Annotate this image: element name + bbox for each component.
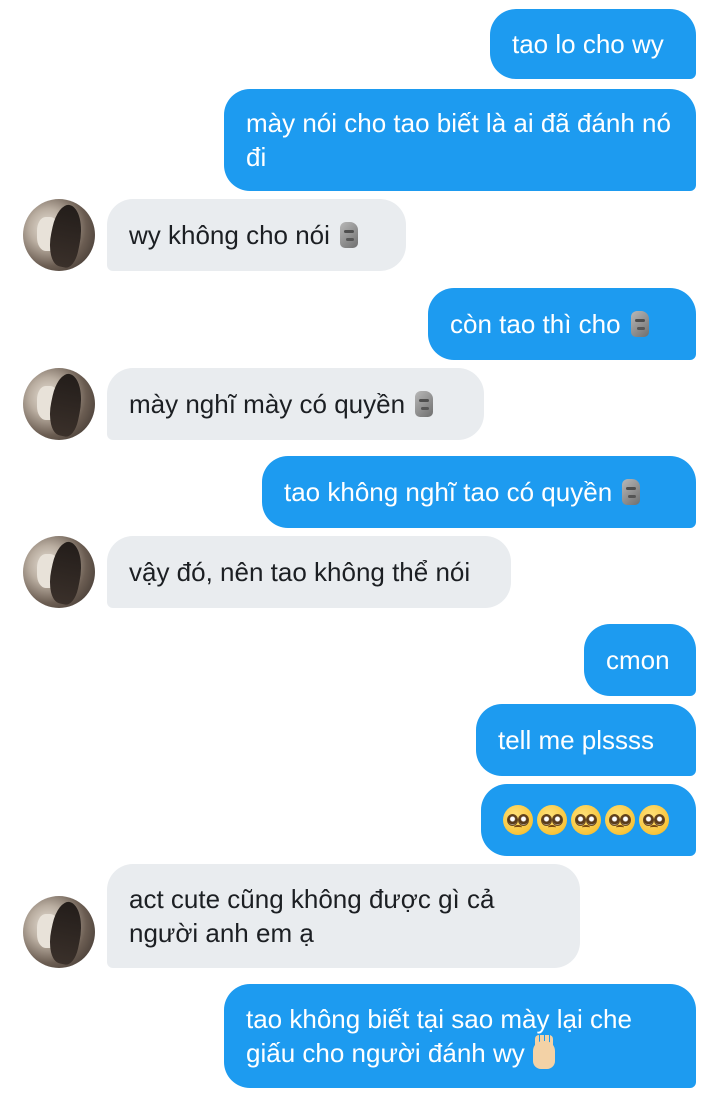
message-bubble-outgoing[interactable]: tao không nghĩ tao có quyền <box>262 456 696 528</box>
pleading-face-icon <box>571 805 601 835</box>
contact-avatar[interactable] <box>23 368 95 440</box>
pleading-face-icon <box>537 805 567 835</box>
moai-icon <box>630 311 649 337</box>
message-text: wy không cho nói <box>129 220 330 250</box>
pleading-emoji-row <box>503 805 669 835</box>
message-text-content: tao không biết tại sao mày lại che giấu … <box>246 1004 632 1068</box>
message-text: tao không nghĩ tao có quyền <box>284 477 613 507</box>
message-bubble-incoming[interactable]: act cute cũng không được gì cả người anh… <box>107 864 580 968</box>
moai-icon <box>415 391 434 417</box>
avatar-hair <box>44 202 88 270</box>
message-text: act cute cũng không được gì cả người anh… <box>129 884 495 948</box>
message-text: tao lo cho wy <box>512 29 664 59</box>
message-bubble-incoming[interactable]: wy không cho nói <box>107 199 406 271</box>
message-text: tao không biết tại sao mày lại che giấu … <box>246 1002 674 1070</box>
pleading-face-icon <box>639 805 669 835</box>
message-text: mày nói cho tao biết là ai đã đánh nó đi <box>246 108 671 172</box>
message-text: tell me plssss <box>498 725 655 755</box>
avatar-hair <box>44 371 88 439</box>
avatar-hair <box>44 539 88 607</box>
message-text: vậy đó, nên tao không thể nói <box>129 557 471 587</box>
pleading-face-icon <box>605 805 635 835</box>
message-bubble-incoming[interactable]: mày nghĩ mày có quyền <box>107 368 484 440</box>
message-text: cmon <box>606 645 670 675</box>
moai-icon <box>339 222 358 248</box>
message-bubble-outgoing[interactable]: còn tao thì cho <box>428 288 696 360</box>
message-bubble-outgoing[interactable]: cmon <box>584 624 696 696</box>
message-bubble-outgoing[interactable] <box>481 784 696 856</box>
contact-avatar[interactable] <box>23 536 95 608</box>
raised-hand-icon <box>532 1035 555 1070</box>
message-bubble-outgoing[interactable]: tao không biết tại sao mày lại che giấu … <box>224 984 696 1088</box>
message-bubble-outgoing[interactable]: tao lo cho wy <box>490 9 696 79</box>
message-bubble-outgoing[interactable]: mày nói cho tao biết là ai đã đánh nó đi <box>224 89 696 191</box>
message-bubble-outgoing[interactable]: tell me plssss <box>476 704 696 776</box>
message-text: còn tao thì cho <box>450 309 621 339</box>
contact-avatar[interactable] <box>23 896 95 968</box>
message-bubble-incoming[interactable]: vậy đó, nên tao không thể nói <box>107 536 511 608</box>
pleading-face-icon <box>503 805 533 835</box>
message-text: mày nghĩ mày có quyền <box>129 389 406 419</box>
moai-icon <box>622 479 641 505</box>
avatar-hair <box>44 899 88 967</box>
contact-avatar[interactable] <box>23 199 95 271</box>
